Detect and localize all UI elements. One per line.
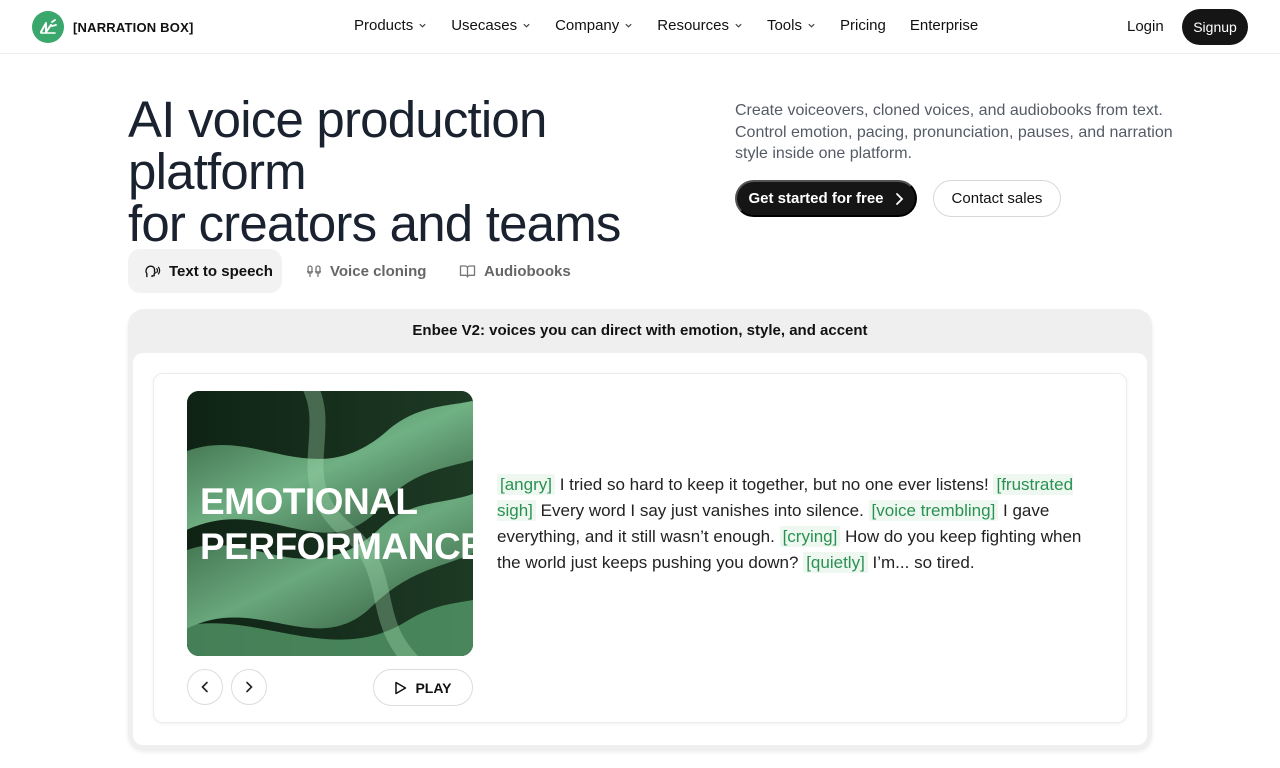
nav-item-label: Enterprise — [909, 17, 979, 34]
nav-item-tools[interactable]: Tools — [767, 17, 816, 34]
chevron-down-icon — [523, 23, 530, 28]
get-started-label: Get started for free — [748, 190, 884, 207]
cover-art-label: Emotional Performance — [200, 481, 473, 567]
emotion-tag: [quietly] — [803, 552, 868, 573]
demo-script: [angry] I tried so hard to keep it toget… — [497, 472, 1087, 576]
emotion-tag: [crying] — [779, 526, 841, 547]
main-nav: Products Usecases Company Resources Tool… — [354, 17, 1002, 34]
next-button[interactable] — [231, 669, 267, 705]
login-link[interactable]: Login — [1127, 18, 1164, 35]
script-text: I tried so hard to keep it together, but… — [554, 475, 994, 494]
speaking-head-icon — [145, 265, 161, 277]
play-label: PLAY — [415, 679, 452, 696]
nav-item-products[interactable]: Products — [354, 17, 427, 34]
voice-clone-icon — [306, 265, 322, 277]
nav-item-resources[interactable]: Resources — [657, 17, 743, 34]
demo-title: Enbee V2: voices you can direct with emo… — [412, 322, 868, 339]
site-header: [NARRATION BOX] Products Usecases Compan… — [0, 0, 1280, 54]
tab-label: Audiobooks — [484, 262, 571, 280]
script-text: Every word I say just vanishes into sile… — [535, 501, 869, 520]
nav-item-label: Tools — [766, 17, 802, 34]
chevron-left-icon — [201, 681, 208, 693]
hero-title-line-2: for creators and teams — [128, 195, 621, 252]
emotion-tag: [voice trembling] — [868, 500, 999, 521]
hero-title-line-1: AI voice production platform — [128, 91, 547, 200]
chevron-right-icon — [246, 681, 253, 693]
brand-name: [NARRATION BOX] — [73, 19, 194, 35]
chevron-down-icon — [625, 23, 632, 28]
chevron-right-icon — [895, 192, 903, 205]
tab-label: Voice cloning — [330, 262, 427, 280]
play-button[interactable]: PLAY — [373, 669, 473, 706]
tab-voice-cloning[interactable]: Voice cloning — [306, 249, 436, 293]
chevron-down-icon — [735, 23, 742, 28]
tab-text-to-speech[interactable]: Text to speech — [128, 249, 282, 293]
nav-item-pricing[interactable]: Pricing — [840, 17, 886, 34]
signup-button[interactable]: Signup — [1182, 9, 1248, 45]
nav-item-label: Usecases — [451, 17, 518, 34]
previous-button[interactable] — [187, 669, 223, 705]
play-icon — [395, 681, 407, 694]
nav-item-label: Pricing — [840, 17, 886, 34]
emotion-tag: [angry] — [497, 474, 555, 495]
nav-item-company[interactable]: Company — [555, 17, 633, 34]
open-book-icon — [459, 265, 476, 278]
brand-logo[interactable]: [NARRATION BOX] — [32, 11, 193, 43]
demo-panel-inner: Emotional Performance PLAY [angry] I tri… — [133, 353, 1147, 745]
demo-card: Emotional Performance PLAY [angry] I tri… — [153, 373, 1127, 723]
tab-label: Text to speech — [169, 262, 273, 280]
nav-item-usecases[interactable]: Usecases — [451, 17, 531, 34]
narration-logo-icon — [32, 11, 64, 43]
nav-item-label: Resources — [657, 17, 729, 34]
contact-sales-button[interactable]: Contact sales — [933, 180, 1061, 217]
tab-audiobooks[interactable]: Audiobooks — [459, 249, 579, 293]
hero-title: AI voice production platform for creator… — [128, 94, 728, 250]
nav-item-enterprise[interactable]: Enterprise — [910, 17, 978, 34]
demo-panel: Enbee V2: voices you can direct with emo… — [128, 309, 1152, 749]
get-started-button[interactable]: Get started for free — [735, 180, 917, 217]
chevron-down-icon — [419, 23, 426, 28]
nav-item-label: Company — [555, 17, 620, 34]
nav-item-label: Products — [354, 17, 414, 34]
cover-art: Emotional Performance — [187, 391, 473, 656]
script-text: I’m... so tired. — [867, 553, 975, 572]
hero-subtitle: Create voiceovers, cloned voices, and au… — [735, 102, 1173, 162]
chevron-down-icon — [808, 23, 815, 28]
